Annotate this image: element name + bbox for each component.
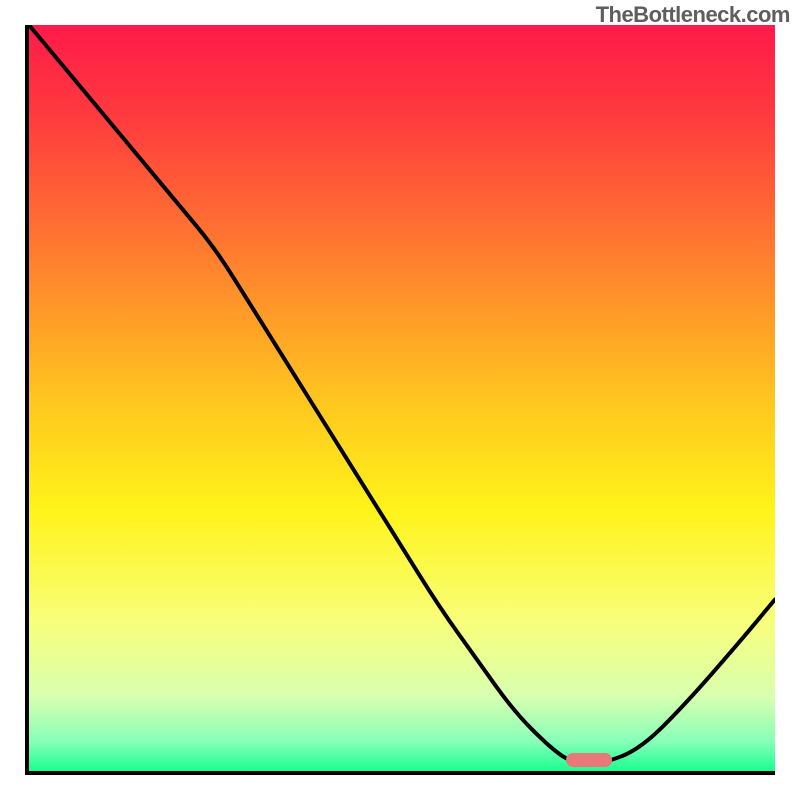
curve-line bbox=[29, 25, 775, 771]
watermark-text: TheBottleneck.com bbox=[596, 2, 790, 28]
optimum-marker bbox=[566, 753, 612, 767]
plot-area bbox=[25, 25, 775, 775]
chart-container: TheBottleneck.com bbox=[0, 0, 800, 800]
